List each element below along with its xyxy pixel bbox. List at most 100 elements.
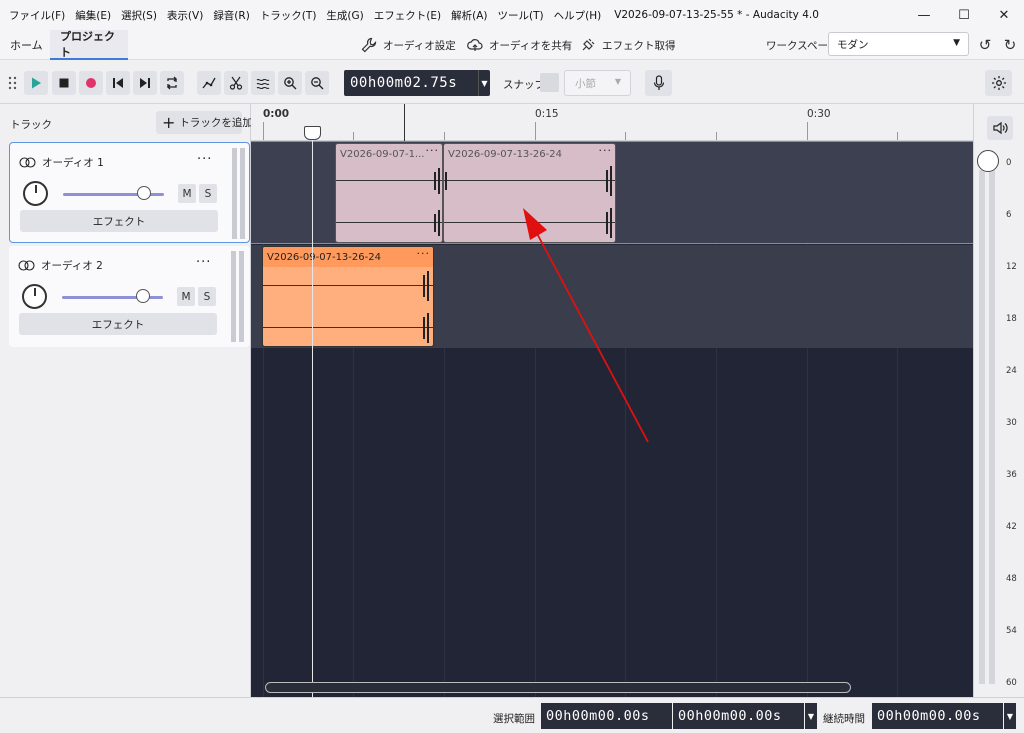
stop-button[interactable]: [52, 71, 76, 95]
horizontal-scrollbar[interactable]: [265, 682, 851, 693]
grip-icon[interactable]: [8, 75, 18, 91]
redo-icon[interactable]: ↻: [1001, 36, 1019, 54]
track-menu-icon[interactable]: ···: [197, 152, 212, 167]
snap-select[interactable]: 小節 ▼: [564, 70, 631, 96]
meter-bar-left: [979, 170, 985, 684]
skip-start-button[interactable]: [106, 71, 130, 95]
snap-label: スナップ: [503, 79, 545, 91]
envelope-tool-button[interactable]: [197, 71, 221, 95]
solo-button[interactable]: S: [199, 184, 217, 203]
track-effects-button[interactable]: エフェクト: [19, 313, 217, 335]
menu-help[interactable]: ヘルプ(H): [549, 8, 607, 23]
get-effects-button[interactable]: エフェクト取得: [580, 34, 676, 56]
clip-menu-icon[interactable]: ···: [599, 144, 613, 157]
skip-end-button[interactable]: [133, 71, 157, 95]
selection-start-time[interactable]: 00h00m00.00s: [541, 703, 672, 729]
ruler-tick: [535, 122, 536, 140]
skip-end-icon: [140, 78, 150, 88]
timeline-ruler[interactable]: 0:00 0:15 0:30: [251, 104, 973, 141]
window-controls: — ☐ ✕: [904, 0, 1024, 30]
mute-button[interactable]: M: [178, 184, 196, 203]
split-tool-button[interactable]: [224, 71, 248, 95]
speaker-button[interactable]: [987, 116, 1013, 140]
menu-edit[interactable]: 編集(E): [70, 8, 116, 23]
time-display[interactable]: 00h00m02.75s: [344, 70, 478, 96]
audio-clip[interactable]: V2026-09-07-13-26-24 ···: [262, 246, 434, 347]
ruler-tick: [897, 132, 898, 140]
caret-down-icon: ▼: [953, 38, 960, 48]
clip-menu-icon[interactable]: ···: [417, 247, 431, 260]
track-card-audio-2[interactable]: オーディオ 2 ··· M S エフェクト: [9, 246, 250, 347]
menu-select[interactable]: 選択(S): [116, 8, 162, 23]
add-track-button[interactable]: + トラックを追加: [156, 111, 253, 134]
waveform: [263, 285, 433, 286]
waveform: [336, 222, 442, 223]
play-button[interactable]: [24, 71, 48, 95]
waveform-peak: [606, 170, 608, 192]
microphone-button[interactable]: [645, 70, 672, 96]
waveform-peak: [423, 275, 425, 297]
spectral-tool-button[interactable]: [251, 71, 275, 95]
waveform-peak: [610, 208, 612, 238]
menu-file[interactable]: ファイル(F): [4, 8, 70, 23]
menu-view[interactable]: 表示(V): [162, 8, 208, 23]
close-icon[interactable]: ✕: [984, 0, 1024, 30]
window-title: V2026-09-07-13-25-55 * - Audacity 4.0: [614, 9, 819, 21]
track-menu-icon[interactable]: ···: [196, 255, 211, 270]
zoom-out-button[interactable]: [305, 71, 329, 95]
waveform-peak: [423, 317, 425, 339]
minimize-icon[interactable]: —: [904, 0, 944, 30]
solo-button[interactable]: S: [198, 287, 216, 306]
menu-analyze[interactable]: 解析(A): [446, 8, 492, 23]
menu-generate[interactable]: 生成(G): [321, 8, 368, 23]
track-drag-handle[interactable]: [231, 251, 247, 342]
playback-volume-handle[interactable]: [977, 150, 999, 172]
plugin-icon: [582, 38, 595, 51]
menu-record[interactable]: 録音(R): [208, 8, 255, 23]
selection-format-caret-icon[interactable]: ▼: [805, 703, 817, 729]
tab-project[interactable]: プロジェクト: [50, 30, 128, 60]
workspace-select[interactable]: モダン ▼: [828, 32, 969, 56]
duration-time[interactable]: 00h00m00.00s: [872, 703, 1003, 729]
loop-button[interactable]: [160, 71, 184, 95]
caret-down-icon: ▼: [614, 77, 621, 86]
pan-knob[interactable]: [23, 181, 48, 206]
ruler-tick: [625, 132, 626, 140]
clip-menu-icon[interactable]: ···: [426, 144, 440, 157]
clip-header[interactable]: V2026-09-07-13-26-24: [263, 247, 433, 267]
track-canvas[interactable]: V2026-09-07-1... ··· V2026-09-07-13-26-2…: [251, 141, 973, 697]
zoom-in-button[interactable]: [278, 71, 302, 95]
maximize-icon[interactable]: ☐: [944, 0, 984, 30]
audio-clip[interactable]: V2026-09-07-1... ···: [335, 143, 443, 243]
undo-icon[interactable]: ↺: [976, 36, 994, 54]
audio-settings-label: オーディオ設定: [383, 39, 456, 52]
playhead-handle[interactable]: [304, 126, 321, 140]
clip-name: V2026-09-07-13-26-24: [267, 251, 381, 263]
menu-tools[interactable]: ツール(T): [492, 8, 548, 23]
tab-home[interactable]: ホーム: [0, 30, 53, 60]
scissors-icon: [229, 76, 243, 90]
menu-bar: ファイル(F) 編集(E) 選択(S) 表示(V) 録音(R) トラック(T) …: [0, 0, 1024, 30]
track-effects-button[interactable]: エフェクト: [20, 210, 218, 232]
audio-clip[interactable]: V2026-09-07-13-26-24 ···: [443, 143, 616, 243]
record-button[interactable]: [79, 71, 103, 95]
time-format-caret-icon[interactable]: ▼: [478, 70, 490, 96]
share-audio-label: オーディオを共有: [489, 39, 573, 52]
snap-value: 小節: [575, 77, 596, 90]
microphone-icon: [653, 75, 664, 90]
menu-tracks[interactable]: トラック(T): [255, 8, 322, 23]
toolbar-settings-button[interactable]: [985, 70, 1012, 96]
duration-format-caret-icon[interactable]: ▼: [1004, 703, 1016, 729]
track-card-audio-1[interactable]: オーディオ 1 ··· M S エフェクト: [9, 142, 250, 243]
volume-slider-handle[interactable]: [136, 289, 150, 303]
share-audio-button[interactable]: オーディオを共有: [467, 34, 572, 56]
snap-checkbox[interactable]: [540, 73, 559, 92]
clip-header[interactable]: V2026-09-07-13-26-24: [444, 144, 615, 164]
volume-slider-handle[interactable]: [137, 186, 151, 200]
pan-knob[interactable]: [22, 284, 47, 309]
mute-button[interactable]: M: [177, 287, 195, 306]
track-drag-handle[interactable]: [232, 148, 248, 239]
audio-settings-button[interactable]: オーディオ設定: [361, 34, 456, 56]
selection-end-time[interactable]: 00h00m00.00s: [673, 703, 804, 729]
menu-effect[interactable]: エフェクト(E): [369, 8, 446, 23]
